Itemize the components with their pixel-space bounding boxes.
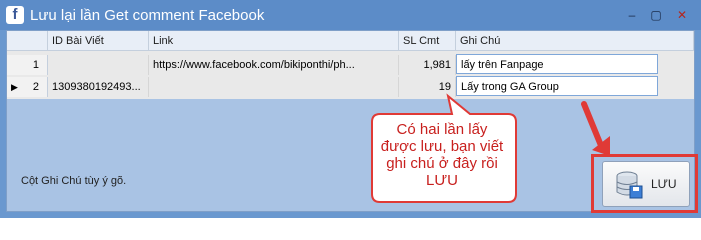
save-button[interactable]: LƯU bbox=[602, 161, 690, 207]
database-save-icon bbox=[616, 171, 643, 199]
callout-text: Có hai lần lấy được lưu, bạn viết ghi ch… bbox=[380, 121, 504, 189]
save-button-label: LƯU bbox=[651, 177, 677, 191]
